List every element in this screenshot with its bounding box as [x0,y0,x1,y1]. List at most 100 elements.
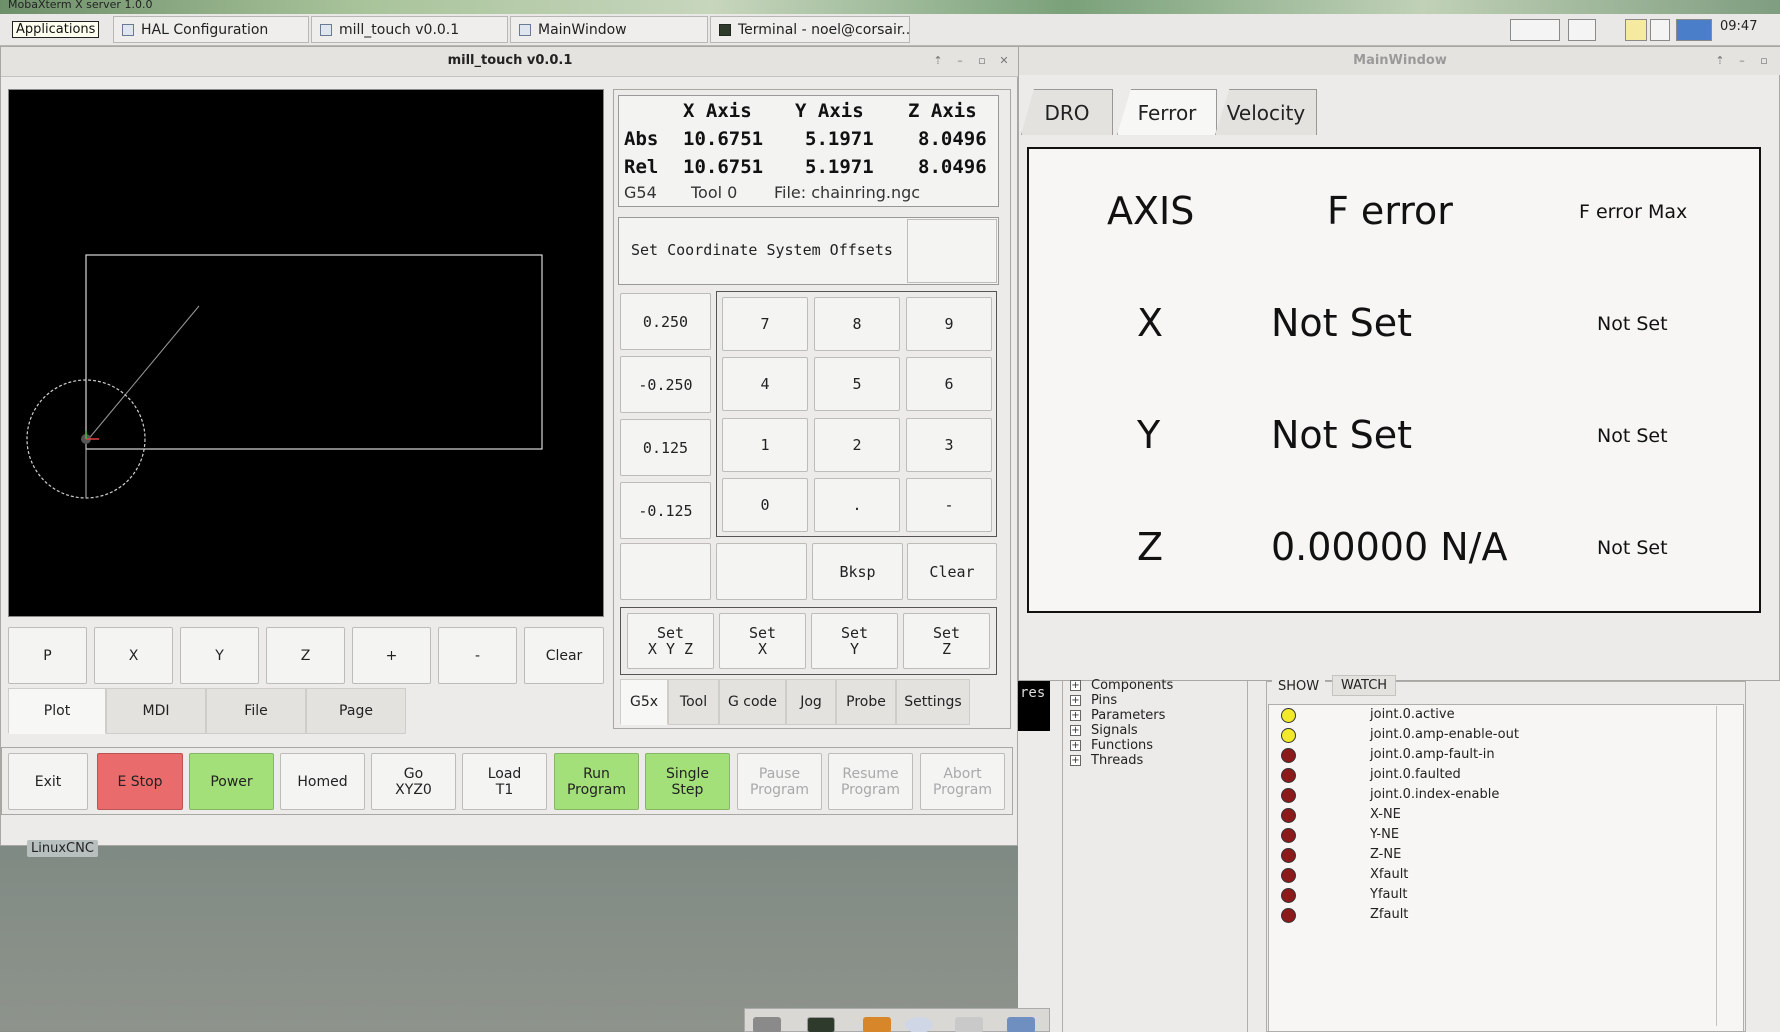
editor-icon[interactable] [955,1017,983,1032]
tree-item-parameters[interactable]: + Parameters [1070,708,1165,723]
minimize-icon[interactable]: – [1735,54,1749,68]
window-up-icon[interactable]: ⇡ [1713,54,1727,68]
tree-item-pins[interactable]: + Pins [1070,693,1117,708]
tree-item-threads[interactable]: + Threads [1070,753,1143,768]
tab-mdi[interactable]: MDI [106,688,206,734]
tab-g5x[interactable]: G5x [620,679,668,725]
backspace-button[interactable]: Bksp [812,543,903,600]
blank-button-1[interactable] [620,543,711,600]
increment-0-125-button[interactable]: 0.125 [620,419,711,476]
set-y-button[interactable]: Set Y [811,613,898,669]
toolpath-plot[interactable] [8,89,604,617]
key-3-button[interactable]: 3 [906,418,992,472]
applications-menu-button[interactable]: Applications [0,16,100,43]
drive-icon[interactable] [753,1017,781,1032]
key-2-button[interactable]: 2 [814,418,900,472]
display-icon[interactable] [1568,19,1596,41]
key-6-button[interactable]: 6 [906,357,992,411]
tab-watch[interactable]: WATCH [1332,675,1397,696]
tab-velocity[interactable]: Velocity [1215,89,1317,135]
key-0-button[interactable]: 0 [722,478,808,532]
close-icon[interactable]: ✕ [997,54,1011,68]
increment-0-250-button[interactable]: 0.250 [620,293,711,350]
increment-neg-0-250-button[interactable]: -0.250 [620,356,711,413]
tab-tool[interactable]: Tool [668,679,719,725]
clear-entry-button[interactable]: Clear [907,543,997,600]
key-8-button[interactable]: 8 [814,297,900,351]
watch-item[interactable]: Y-NE [1370,827,1399,842]
plot-p-button[interactable]: P [8,627,87,684]
window-up-icon[interactable]: ⇡ [931,54,945,68]
key-1-button[interactable]: 1 [722,418,808,472]
blank-button-2[interactable] [716,543,807,600]
taskbar-hal-configuration[interactable]: HAL Configuration [113,16,309,43]
expand-icon[interactable]: + [1070,755,1081,766]
expand-icon[interactable]: + [1070,710,1081,721]
tree-item-components[interactable]: + Components [1070,678,1173,693]
watch-item[interactable]: Xfault [1370,867,1408,882]
folder-icon[interactable] [1007,1017,1035,1032]
maximize-icon[interactable]: ▫ [975,54,989,68]
estop-button[interactable]: E Stop [97,753,183,810]
key-minus-button[interactable]: - [906,478,992,532]
power-button[interactable]: Power [189,753,274,810]
single-step-button[interactable]: Single Step [645,753,730,810]
taskbar-mill-touch[interactable]: mill_touch v0.0.1 [311,16,508,43]
key-4-button[interactable]: 4 [722,357,808,411]
tab-plot[interactable]: Plot [8,688,106,734]
set-x-button[interactable]: Set X [719,613,806,669]
exit-button[interactable]: Exit [8,753,88,810]
expand-icon[interactable]: + [1070,740,1081,751]
plot-y-button[interactable]: Y [180,627,259,684]
set-xyz-button[interactable]: Set X Y Z [627,613,714,669]
expand-icon[interactable]: + [1070,725,1081,736]
plot-z-button[interactable]: Z [266,627,345,684]
watch-scrollbar[interactable] [1716,706,1728,1026]
expand-icon[interactable]: + [1070,680,1081,691]
maximize-icon[interactable]: ▫ [1757,54,1771,68]
key-7-button[interactable]: 7 [722,297,808,351]
increment-neg-0-125-button[interactable]: -0.125 [620,482,711,539]
watch-item[interactable]: joint.0.faulted [1370,767,1461,782]
taskbar-terminal[interactable]: Terminal - noel@corsair... [710,16,910,43]
browser-icon[interactable] [905,1017,933,1032]
watch-item[interactable]: joint.0.active [1370,707,1455,722]
tab-ferror[interactable]: Ferror [1117,89,1217,135]
workspace-icon[interactable] [1650,19,1670,41]
zoom-in-button[interactable]: + [352,627,431,684]
homed-button[interactable]: Homed [280,753,365,810]
watch-item[interactable]: Yfault [1370,887,1407,902]
network-icon[interactable] [1510,19,1560,41]
watch-item[interactable]: joint.0.amp-fault-in [1370,747,1495,762]
clear-plot-button[interactable]: Clear [524,627,604,684]
tab-probe[interactable]: Probe [836,679,896,725]
tab-file[interactable]: File [206,688,306,734]
tab-dro[interactable]: DRO [1021,89,1113,135]
resume-program-button[interactable]: Resume Program [828,753,913,810]
tab-jog[interactable]: Jog [786,679,836,725]
linuxcnc-desktop-label[interactable]: LinuxCNC [27,840,98,857]
abort-program-button[interactable]: Abort Program [920,753,1005,810]
go-xyz0-button[interactable]: Go XYZ0 [371,753,456,810]
watch-item[interactable]: Z-NE [1370,847,1401,862]
taskbar-mainwindow[interactable]: MainWindow [510,16,708,43]
zoom-out-button[interactable]: - [438,627,517,684]
run-program-button[interactable]: Run Program [554,753,639,810]
workspace-switcher-icon[interactable] [1676,19,1712,41]
watch-item[interactable]: joint.0.amp-enable-out [1370,727,1519,742]
load-t1-button[interactable]: Load T1 [462,753,547,810]
tab-settings[interactable]: Settings [896,679,970,725]
expand-icon[interactable]: + [1070,695,1081,706]
terminal-icon[interactable] [807,1017,835,1032]
watch-item[interactable]: Zfault [1370,907,1408,922]
tree-item-signals[interactable]: + Signals [1070,723,1138,738]
key-dot-button[interactable]: . [814,478,900,532]
tab-page[interactable]: Page [306,688,406,734]
package-icon[interactable] [863,1017,891,1032]
pause-program-button[interactable]: Pause Program [737,753,822,810]
tab-show[interactable]: SHOW [1272,677,1326,696]
set-z-button[interactable]: Set Z [903,613,990,669]
tree-item-functions[interactable]: + Functions [1070,738,1153,753]
watch-item[interactable]: X-NE [1370,807,1401,822]
plot-x-button[interactable]: X [94,627,173,684]
